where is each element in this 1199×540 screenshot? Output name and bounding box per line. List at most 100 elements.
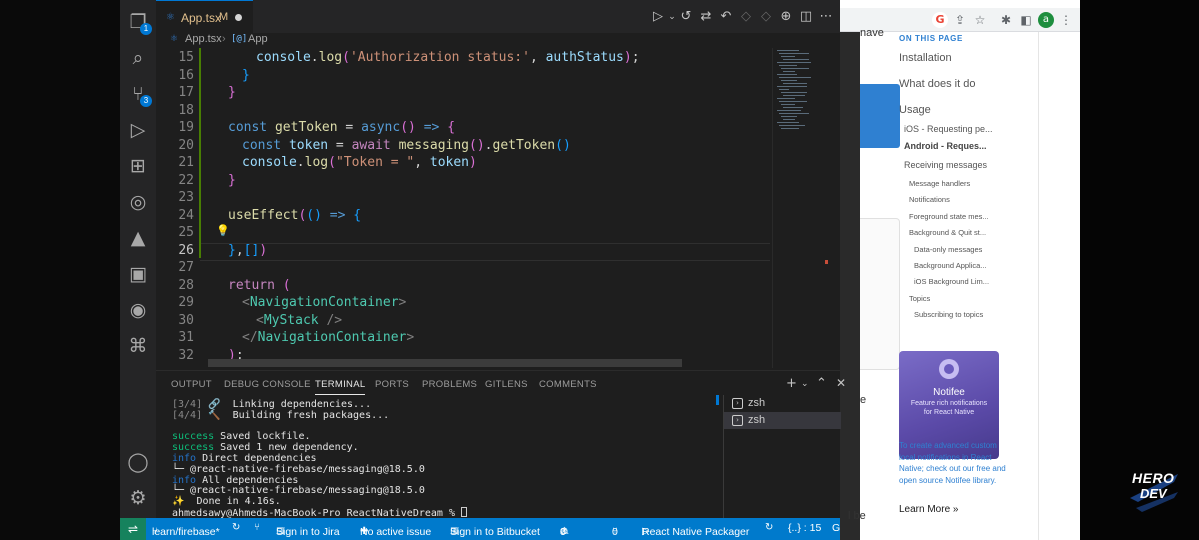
toc-item[interactable]: Data-only messages xyxy=(914,245,982,254)
braces-indicator[interactable]: {..} : 15 xyxy=(788,522,821,534)
terminal-instance[interactable]: › zsh xyxy=(724,395,841,412)
new-terminal-icon[interactable]: + xyxy=(786,376,797,391)
sidebar-icon[interactable]: ◧ xyxy=(1018,12,1034,28)
breadcrumb-file[interactable]: App.tsx xyxy=(185,33,222,45)
remote-explorer-icon[interactable]: ▣ xyxy=(126,262,150,286)
toc-item[interactable]: Android - Reques... xyxy=(904,141,987,151)
code-line[interactable]: 20 const token = await messaging().getTok… xyxy=(156,137,796,155)
live-refresh-icon[interactable]: ↻ xyxy=(765,522,773,533)
code-line[interactable]: 31 </NavigationContainer> xyxy=(156,329,796,347)
issue-label: No active issue xyxy=(360,526,432,538)
live-share-icon[interactable]: ◉ xyxy=(126,298,150,322)
panel-tab-problems[interactable]: PROBLEMS xyxy=(422,379,477,390)
code-line[interactable]: 16} xyxy=(156,67,796,85)
blame-icon[interactable]: ⊕ xyxy=(778,9,794,25)
menu-kebab-icon[interactable]: ⋮ xyxy=(1058,12,1074,28)
panel-tab-terminal[interactable]: TERMINAL xyxy=(315,379,366,395)
terminal-dropdown-icon[interactable]: ⌄ xyxy=(801,379,809,389)
code-token: > xyxy=(398,295,407,310)
previous-change-icon[interactable]: ◇ xyxy=(738,9,754,25)
bookmark-star-icon[interactable]: ☆ xyxy=(972,12,988,28)
terminal-line: └─ @react-native-firebase/messaging@18.5… xyxy=(172,464,425,475)
git-graph-icon[interactable]: ⌘ xyxy=(126,334,150,358)
sync-icon[interactable]: ↻ xyxy=(232,522,240,533)
toc-item[interactable]: Foreground state mes... xyxy=(909,212,989,221)
code-token: = xyxy=(337,120,362,135)
toc-item[interactable]: iOS - Requesting pe... xyxy=(904,124,993,134)
extensions-icon[interactable]: ✱ xyxy=(998,12,1014,28)
code-line[interactable]: 21 console.log("Token = ", token) xyxy=(156,154,796,172)
bottom-panel: OUTPUT DEBUG CONSOLE TERMINAL PORTS PROBLEMS… xyxy=(156,370,846,519)
terminal-output[interactable]: [3/4] 🔗 Linking dependencies... [4/4] 🔨 B… xyxy=(172,399,722,519)
code-line[interactable]: 15 console.log('Authorization status:', a… xyxy=(156,49,796,67)
toc-item[interactable]: Installation xyxy=(899,52,952,64)
code-line[interactable]: 26},[]) xyxy=(156,242,796,260)
code-token: => xyxy=(321,207,354,223)
breadcrumb-symbol[interactable]: App xyxy=(248,33,268,45)
panel-tab-comments[interactable]: COMMENTS xyxy=(539,379,597,390)
toc-item[interactable]: What does it do xyxy=(899,78,975,90)
toc-item[interactable]: Background & Quit st... xyxy=(909,228,986,237)
split-editor-icon[interactable]: ◫ xyxy=(798,9,814,25)
minimap-stroke xyxy=(783,71,795,72)
learn-more-link[interactable]: Learn More » xyxy=(899,504,958,515)
more-actions-icon[interactable]: ⋯ xyxy=(818,9,834,25)
profile-avatar[interactable]: a xyxy=(1038,12,1054,28)
panel-tab-debug-console[interactable]: DEBUG CONSOLE xyxy=(224,379,311,390)
terminal-instance[interactable]: › zsh xyxy=(724,412,841,429)
lightbulb-icon[interactable]: 💡 xyxy=(216,224,230,237)
toc-item[interactable]: Background Applica... xyxy=(914,261,987,270)
toc-item[interactable]: iOS Background Lim... xyxy=(914,277,989,286)
line-number: 15 xyxy=(178,50,194,65)
toc-item[interactable]: Receiving messages xyxy=(904,160,987,170)
toc-item[interactable]: Notifications xyxy=(909,195,950,204)
code-line[interactable]: 17} xyxy=(156,84,796,102)
code-line[interactable]: 18 xyxy=(156,102,796,120)
code-line[interactable]: 22} xyxy=(156,172,796,190)
search-icon[interactable]: ⌕ xyxy=(126,46,150,70)
extensions-icon[interactable]: ⊞ xyxy=(126,154,150,178)
share-icon[interactable]: ⇪ xyxy=(952,12,968,28)
account-icon[interactable]: ◯ xyxy=(126,450,150,474)
code-line[interactable]: 28 return ( xyxy=(156,277,796,295)
panel-tab-ports[interactable]: PORTS xyxy=(375,379,409,390)
panel-tab-output[interactable]: OUTPUT xyxy=(171,379,212,390)
google-icon[interactable]: G xyxy=(932,12,948,28)
code-line[interactable]: 23 xyxy=(156,189,796,207)
unsaved-dot-icon[interactable] xyxy=(235,14,242,21)
code-editor[interactable]: 15 console.log('Authorization status:', a… xyxy=(156,48,840,368)
maximize-panel-icon[interactable]: ⌃ xyxy=(816,376,827,391)
compare-icon[interactable]: ⇄ xyxy=(698,9,714,25)
toc-item[interactable]: Usage xyxy=(899,104,931,116)
minimap-stroke xyxy=(781,56,795,57)
gitlens-graph-icon[interactable]: ⑂ xyxy=(254,522,260,533)
code-line[interactable]: 29 <NavigationContainer> xyxy=(156,294,796,312)
tab-app-tsx[interactable]: ⚛ App.tsx M xyxy=(156,0,253,33)
bitbucket-label: Sign in to Bitbucket xyxy=(450,526,540,538)
source-control-icon[interactable]: ⑂ 3 xyxy=(126,82,152,107)
code-line[interactable]: 19 const getToken = async() => { xyxy=(156,119,796,137)
code-line[interactable]: 30 <MyStack /> xyxy=(156,312,796,330)
horizontal-scrollbar[interactable] xyxy=(208,359,682,367)
timeline-icon[interactable]: ↺ xyxy=(678,9,694,25)
minimap[interactable] xyxy=(772,48,828,368)
code-line[interactable]: 24 useEffect(() => { xyxy=(156,207,796,225)
git-history-icon[interactable]: ↶ xyxy=(718,9,734,25)
toc-item[interactable]: Subscribing to topics xyxy=(914,310,983,319)
close-panel-icon[interactable]: ✕ xyxy=(836,376,846,390)
toc-item[interactable]: Message handlers xyxy=(909,179,970,188)
code-line[interactable]: 25 xyxy=(156,224,796,242)
run-debug-icon[interactable]: ▷ xyxy=(126,118,150,142)
remote-indicator-icon[interactable]: ⇌ xyxy=(120,518,146,540)
code-line[interactable]: 27 xyxy=(156,259,796,277)
atlassian-icon[interactable]: ▲ xyxy=(126,226,150,250)
next-change-icon[interactable]: ◇ xyxy=(758,9,774,25)
settings-gear-icon[interactable]: ⚙ xyxy=(126,486,150,510)
explorer-icon[interactable]: ❐ 1 xyxy=(126,10,152,35)
toc-item[interactable]: Topics xyxy=(909,294,930,303)
panel-tab-gitlens[interactable]: GITLENS xyxy=(485,379,528,390)
code-text: <MyStack /> xyxy=(256,312,342,330)
code-token: MyStack xyxy=(263,312,319,328)
gitlens-icon[interactable]: ◎ xyxy=(126,190,150,214)
line-number: 30 xyxy=(178,312,194,328)
